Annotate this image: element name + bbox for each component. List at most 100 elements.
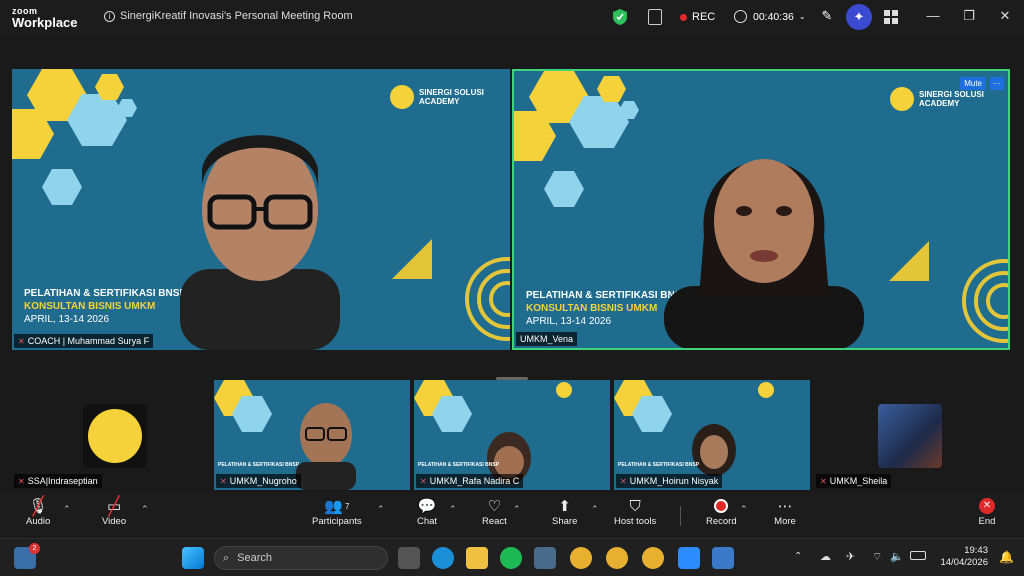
- clock-time: 19:43: [964, 545, 988, 556]
- participants-caret-icon[interactable]: ⌃: [377, 504, 385, 515]
- recording-indicator[interactable]: REC: [680, 11, 715, 23]
- calculator-icon[interactable]: [534, 547, 556, 569]
- react-caret-icon[interactable]: ⌃: [513, 504, 521, 515]
- video-button[interactable]: ▭ ╱ Video: [102, 495, 127, 528]
- participants-icon: 👥 7: [324, 498, 350, 515]
- participant-name: UMKM_Rafa Nadira C: [429, 476, 520, 486]
- audio-button[interactable]: 🎙 ╱ Audio: [26, 495, 51, 528]
- thumb-banner: PELATIHAN & SERTIFIKASI BNSP: [618, 462, 699, 468]
- chat-icon: 💬: [417, 498, 437, 515]
- react-button[interactable]: ♡ React: [482, 496, 507, 527]
- thumbnail-hoirun[interactable]: PELATIHAN & SERTIFIKASI BNSP ✕ UMKM_Hoir…: [614, 380, 810, 490]
- banner-line-1: PELATIHAN & SERTIFIKASI BNSP: [24, 288, 187, 299]
- thumbnail-sheila[interactable]: ✕ UMKM_Sheila: [814, 380, 1010, 490]
- thumbnail-nugroho[interactable]: PELATIHAN & SERTIFIKASI BNSP ✕ UMKM_Nugr…: [214, 380, 410, 490]
- annotate-pen-icon[interactable]: ✎: [818, 8, 836, 26]
- media-player-icon[interactable]: [712, 547, 734, 569]
- participant-name-tag: ✕ UMKM_Hoirun Nisyak: [616, 474, 723, 488]
- weather-widget-icon[interactable]: 2: [14, 543, 40, 569]
- thumb-banner-text: PELATIHAN & SERTIFIKASI BNSP: [618, 462, 700, 468]
- share-caret-icon[interactable]: ⌃: [591, 504, 599, 515]
- participant-name: COACH | Muhammad Surya F: [27, 336, 150, 346]
- more-label: More: [774, 516, 796, 527]
- onedrive-icon[interactable]: ☁: [820, 550, 831, 563]
- banner-line-2: KONSULTAN BISNIS UMKM: [24, 301, 156, 312]
- tray-app-icon[interactable]: ✈: [846, 550, 855, 563]
- participant-name: UMKM_Nugroho: [229, 476, 297, 486]
- academy-logo: SINERGI SOLUSI ACADEMY: [890, 87, 984, 111]
- chat-caret-icon[interactable]: ⌃: [449, 504, 457, 515]
- thumbnail-rafa[interactable]: PELATIHAN & SERTIFIKASI BNSP ✕ UMKM_Rafa…: [414, 380, 610, 490]
- search-icon: ⌕: [223, 551, 230, 564]
- edge-browser-icon[interactable]: [432, 547, 454, 569]
- notes-icon[interactable]: [648, 9, 662, 25]
- logo-product: Workplace: [12, 15, 78, 30]
- event-banner: PELATIHAN & SERTIFIKASI BNSP KONSULTAN B…: [24, 287, 186, 326]
- wifi-icon[interactable]: ⌔: [872, 550, 882, 564]
- volume-icon[interactable]: 🔈: [890, 550, 904, 563]
- chat-label: Chat: [416, 516, 438, 527]
- thumb-banner-text: PELATIHAN & SERTIFIKASI BNSP: [418, 462, 500, 468]
- toolbar-separator: [680, 506, 681, 526]
- meeting-timer[interactable]: 00:40:36 ⌄: [734, 10, 806, 23]
- share-button[interactable]: ⬆ Share: [552, 496, 577, 527]
- record-button[interactable]: Record: [706, 496, 737, 527]
- participant-name-tag: UMKM_Vena: [516, 332, 578, 346]
- video-tile-coach[interactable]: SINERGI SOLUSI ACADEMY PELATIHAN & SERTI…: [12, 69, 510, 350]
- start-windows-icon[interactable]: [182, 547, 204, 569]
- chrome-profile-icon[interactable]: [606, 547, 628, 569]
- meeting-info[interactable]: i SinergiKreatif Inovasi's Personal Meet…: [104, 10, 353, 22]
- audio-label: Audio: [26, 516, 51, 527]
- more-button[interactable]: ⋯ More: [774, 496, 796, 527]
- chat-button[interactable]: 💬 Chat: [416, 496, 438, 527]
- system-clock[interactable]: 19:43 14/04/2026: [940, 545, 988, 569]
- end-x-icon: ✕: [976, 496, 998, 516]
- taskbar-search[interactable]: ⌕ Search: [214, 546, 388, 570]
- chrome-icon[interactable]: [570, 547, 592, 569]
- mic-muted-icon: ✕: [820, 476, 827, 486]
- host-tools-button[interactable]: ⛉ Host tools: [614, 496, 656, 528]
- file-explorer-icon[interactable]: [466, 547, 488, 569]
- info-icon[interactable]: i: [104, 10, 115, 22]
- notifications-bell-icon[interactable]: 🔔: [999, 550, 1014, 564]
- video-off-icon: ▭ ╱: [106, 495, 122, 516]
- participant-video: [180, 135, 340, 350]
- thumbnail-indraseptian[interactable]: ✕ SSA|Indraseptian: [12, 380, 208, 490]
- record-dot-icon: [680, 13, 687, 21]
- security-shield-icon[interactable]: [612, 8, 628, 26]
- ai-companion-icon[interactable]: ✦: [846, 4, 872, 30]
- tile-more-options-button[interactable]: ···: [990, 77, 1004, 90]
- participant-name-tag: ✕ COACH | Muhammad Surya F: [14, 334, 154, 348]
- zoom-app-icon[interactable]: [678, 547, 700, 569]
- minimize-button[interactable]: —: [926, 9, 940, 23]
- clock-icon: [734, 10, 747, 23]
- thumb-banner: PELATIHAN & SERTIFIKASI BNSP: [218, 462, 299, 468]
- participant-name-tag: ✕ UMKM_Sheila: [816, 474, 892, 488]
- thumb-banner: PELATIHAN & SERTIFIKASI BNSP: [418, 462, 499, 468]
- video-label: Video: [102, 516, 127, 527]
- apps-grid-icon[interactable]: [884, 10, 898, 24]
- spotify-icon[interactable]: [500, 547, 522, 569]
- video-options-caret-icon[interactable]: ⌃: [141, 504, 149, 515]
- search-placeholder: Search: [237, 552, 273, 564]
- weather-badge: 2: [29, 543, 40, 554]
- chrome-profile-2-icon[interactable]: [642, 547, 664, 569]
- battery-icon[interactable]: [910, 551, 926, 560]
- participant-name: UMKM_Hoirun Nisyak: [629, 476, 719, 486]
- video-tile-vena[interactable]: SINERGI SOLUSI ACADEMY PELATIHAN & SERTI…: [512, 69, 1010, 350]
- close-window-button[interactable]: ✕: [998, 9, 1012, 23]
- end-meeting-button[interactable]: ✕ End: [976, 496, 998, 527]
- mic-muted-icon: ✕: [220, 476, 227, 486]
- participants-button[interactable]: 👥 7 Participants: [312, 496, 362, 527]
- mic-muted-icon: ✕: [420, 476, 427, 486]
- mic-muted-icon: ✕: [620, 476, 627, 486]
- mute-participant-button[interactable]: Mute: [960, 77, 986, 90]
- tray-overflow-icon[interactable]: ⌃: [794, 551, 802, 562]
- record-caret-icon[interactable]: ⌃: [740, 504, 748, 515]
- audio-options-caret-icon[interactable]: ⌃: [63, 504, 71, 515]
- participant-name-tag: ✕ UMKM_Nugroho: [216, 474, 301, 488]
- hexagon-pattern: [12, 69, 137, 205]
- maximize-button[interactable]: ❐: [962, 9, 976, 23]
- task-view-icon[interactable]: [398, 547, 420, 569]
- mic-muted-icon: 🎙 ╱: [28, 495, 48, 516]
